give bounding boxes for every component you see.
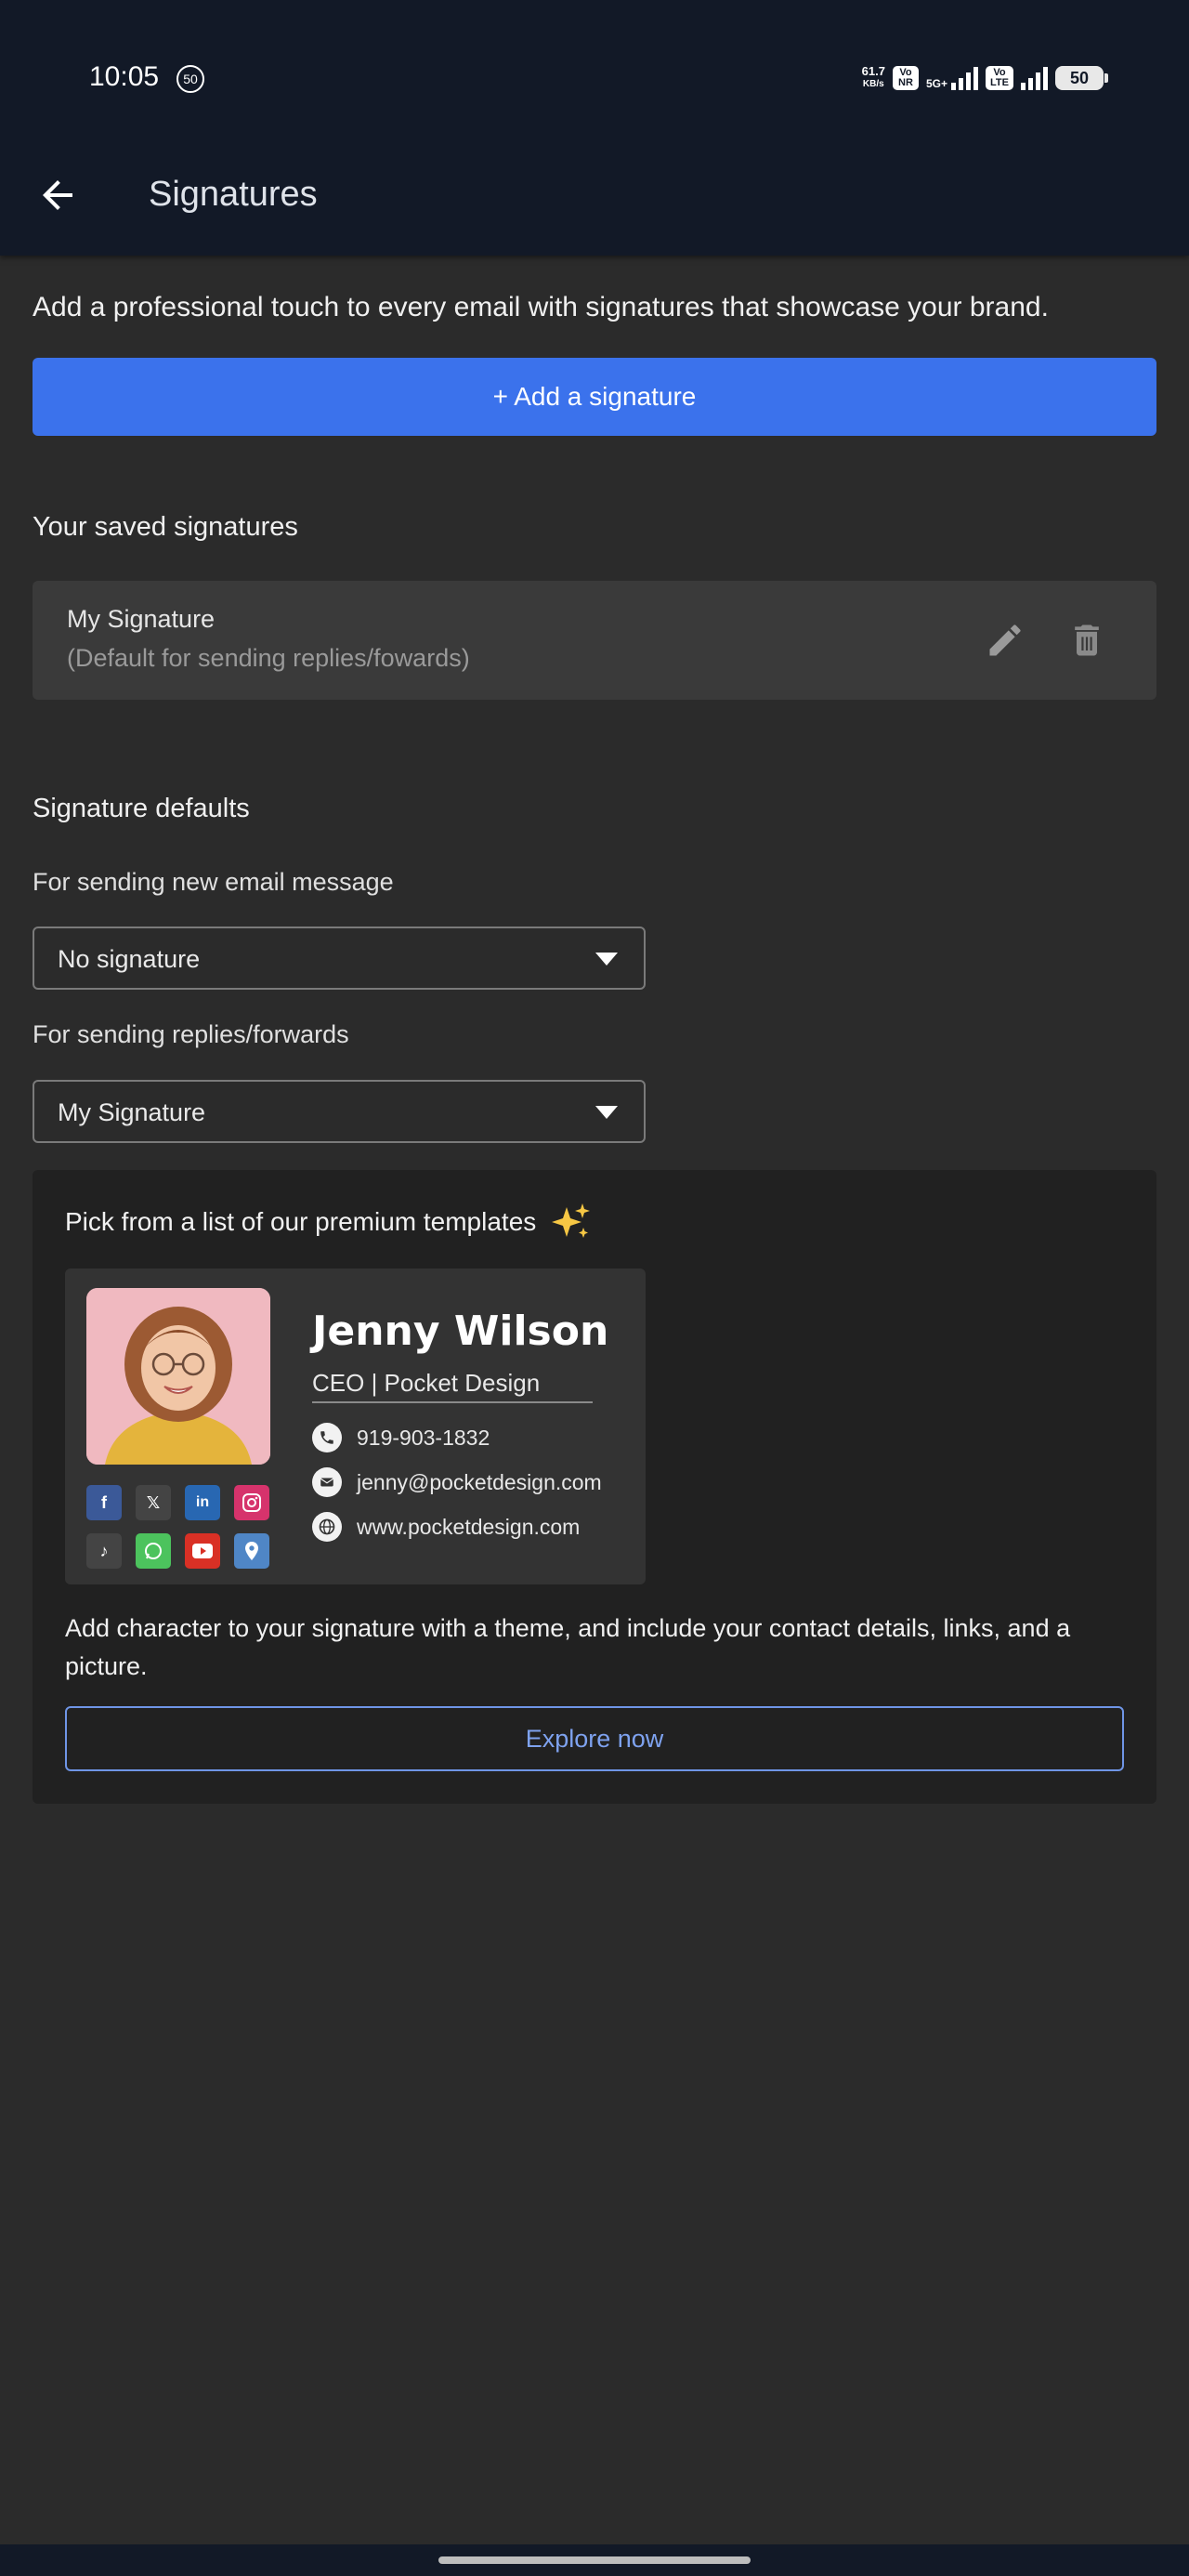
template-email-row: jenny@pocketdesign.com (312, 1467, 602, 1497)
intro-text: Add a professional touch to every email … (33, 292, 1049, 322)
home-indicator[interactable] (438, 2556, 751, 2564)
status-icons: 61.7 KB/s Vo NR 5G+ Vo LTE 50 (861, 59, 1108, 97)
template-divider (312, 1401, 593, 1403)
youtube-icon[interactable] (185, 1533, 220, 1569)
location-icon[interactable] (234, 1533, 269, 1569)
dropdown-caret-icon (595, 1106, 618, 1119)
replies-signature-select[interactable]: My Signature (33, 1080, 646, 1143)
replies-label: For sending replies/forwards (33, 1020, 349, 1048)
vonr-icon: Vo NR (892, 66, 919, 90)
profile-photo (86, 1288, 270, 1465)
sparkles-icon (552, 1203, 590, 1238)
template-phone: 919-903-1832 (357, 1425, 490, 1450)
signature-defaults-heading: Signature defaults (33, 794, 250, 823)
tiktok-icon[interactable]: ♪ (86, 1533, 122, 1569)
back-arrow-icon[interactable] (35, 173, 80, 217)
replies-signature-value: My Signature (58, 1098, 206, 1126)
saved-signature-card[interactable]: My Signature (Default for sending replie… (33, 581, 1156, 700)
system-nav-bar (0, 2544, 1189, 2576)
template-preview[interactable]: f 𝕏 in ♪ Jenny Wilson CEO | Pocket Desig… (65, 1268, 646, 1584)
template-website: www.pocketdesign.com (357, 1514, 581, 1539)
template-email: jenny@pocketdesign.com (357, 1469, 602, 1494)
top-app-bar: 10:05 50 61.7 KB/s Vo NR 5G+ Vo LTE 50 S… (0, 0, 1189, 256)
explore-now-button[interactable]: Explore now (65, 1706, 1124, 1771)
new-message-signature-value: No signature (58, 945, 201, 973)
social-icons: f 𝕏 in ♪ (86, 1485, 272, 1569)
template-phone-row: 919-903-1832 (312, 1423, 490, 1452)
x-icon[interactable]: 𝕏 (136, 1485, 171, 1520)
notification-badge: 50 (176, 65, 204, 93)
new-message-label: For sending new email message (33, 868, 394, 896)
phone-icon (312, 1423, 342, 1452)
network-speed: 61.7 KB/s (861, 64, 885, 90)
promo-title: Pick from a list of our premium template… (65, 1207, 537, 1236)
page-title: Signatures (149, 175, 318, 214)
volte-icon: Vo LTE (986, 66, 1013, 90)
globe-icon (312, 1512, 342, 1542)
delete-icon[interactable] (1066, 620, 1107, 661)
dropdown-caret-icon (595, 953, 618, 966)
signature-name: My Signature (67, 605, 216, 633)
promo-description: Add character to your signature with a t… (65, 1614, 1071, 1680)
signature-subtitle: (Default for sending replies/fowards) (67, 644, 470, 672)
new-message-signature-select[interactable]: No signature (33, 927, 646, 990)
instagram-icon[interactable] (234, 1485, 269, 1520)
linkedin-icon[interactable]: in (185, 1485, 220, 1520)
template-website-row: www.pocketdesign.com (312, 1512, 580, 1542)
edit-icon[interactable] (985, 620, 1026, 661)
add-signature-button[interactable]: + Add a signature (33, 358, 1156, 436)
whatsapp-icon[interactable] (136, 1533, 171, 1569)
signal-5g-icon: 5G+ (926, 66, 978, 90)
facebook-icon[interactable]: f (86, 1485, 122, 1520)
email-icon (312, 1467, 342, 1497)
saved-signatures-heading: Your saved signatures (33, 512, 298, 542)
template-name: Jenny Wilson (312, 1308, 609, 1355)
premium-templates-card: Pick from a list of our premium template… (33, 1170, 1156, 1804)
battery-icon: 50 (1055, 66, 1108, 90)
template-role: CEO | Pocket Design (312, 1369, 541, 1397)
signal-icon (1021, 66, 1048, 90)
status-time: 10:05 (89, 61, 160, 92)
